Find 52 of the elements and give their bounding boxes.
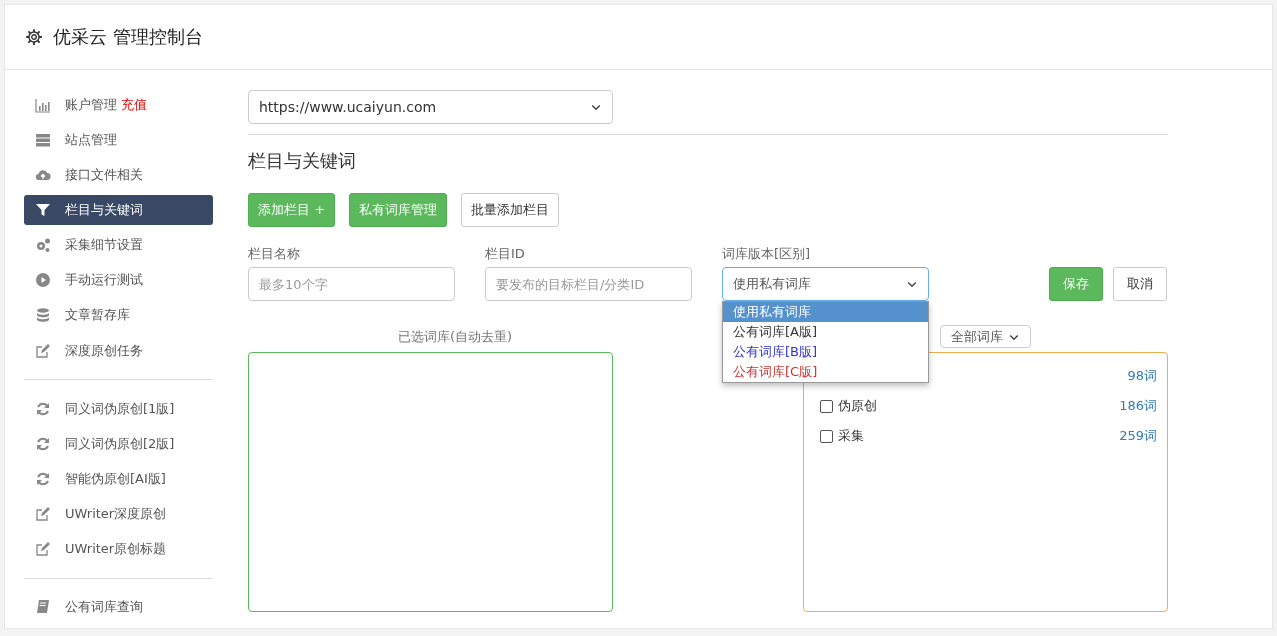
- dropdown-option[interactable]: 公有词库[A版]: [723, 322, 928, 342]
- checkbox[interactable]: [820, 429, 833, 443]
- input-field[interactable]: 最多10个字: [248, 267, 455, 301]
- library-name: 伪原创: [838, 397, 877, 415]
- site-select[interactable]: https://www.ucaiyun.com: [248, 90, 613, 124]
- sidebar-item[interactable]: 同义词伪原创[2版]: [24, 429, 213, 459]
- library-name: 采集: [838, 427, 864, 445]
- settings-icon: [25, 28, 43, 46]
- database-icon: [35, 307, 51, 324]
- refresh-icon: [35, 435, 51, 452]
- input-field[interactable]: 要发布的目标栏目/分类ID: [485, 267, 692, 301]
- sidebar-item[interactable]: 智能伪原创[AI版]: [24, 464, 213, 494]
- edit-icon: [35, 541, 51, 558]
- edit-icon: [35, 506, 51, 523]
- word-count: 98词: [1127, 367, 1157, 385]
- sidebar-item[interactable]: 手动运行测试: [24, 265, 213, 295]
- sidebar-item[interactable]: 同义词伪原创[1版]: [24, 394, 213, 424]
- checkbox[interactable]: [820, 399, 833, 413]
- book-icon: [35, 599, 51, 616]
- console-title: 优采云 管理控制台: [53, 25, 203, 49]
- version-select[interactable]: 使用私有词库: [722, 267, 929, 301]
- dropdown-option[interactable]: 公有词库[B版]: [723, 342, 928, 362]
- sidebar-item[interactable]: 栏目与关键词: [24, 195, 213, 225]
- sidebar-item[interactable]: 账户管理 充值: [24, 90, 213, 120]
- field-label: 词库版本[区别]: [722, 245, 812, 263]
- batch-add-button[interactable]: 批量添加栏目: [461, 193, 560, 227]
- sidebar-item[interactable]: UWriter深度原创: [24, 499, 213, 529]
- refresh-icon: [35, 470, 51, 487]
- filter-icon: [35, 202, 51, 218]
- refresh-icon: [35, 400, 51, 417]
- field-label: 栏目ID: [485, 245, 526, 263]
- play-circle-icon: [35, 272, 51, 289]
- word-count: 186词: [1119, 397, 1157, 415]
- sidebar-item[interactable]: 文章暂存库: [24, 300, 213, 330]
- bar-chart-icon: [35, 96, 51, 113]
- cancel-button[interactable]: 取消: [1113, 267, 1167, 301]
- recharge-link[interactable]: 充值: [121, 95, 147, 114]
- dropdown-option[interactable]: 公有词库[C版]: [723, 362, 928, 382]
- word-count: 259词: [1119, 427, 1157, 445]
- server-icon: [35, 131, 51, 148]
- sidebar-item[interactable]: 深度原创任务: [24, 336, 213, 366]
- sidebar-item[interactable]: 采集细节设置: [24, 230, 213, 260]
- sidebar-item[interactable]: UWriter原创标题: [24, 534, 213, 564]
- sidebar-item[interactable]: 站点管理: [24, 125, 213, 155]
- section-title: 栏目与关键词: [248, 149, 357, 173]
- sidebar-item[interactable]: 公有词库查询: [24, 592, 213, 622]
- edit-icon: [35, 342, 51, 359]
- field-label: 栏目名称: [248, 245, 301, 263]
- sidebar-item[interactable]: 接口文件相关: [24, 160, 213, 190]
- selected-label: 已选词库(自动去重): [398, 327, 513, 346]
- gears-icon: [35, 237, 51, 254]
- library-filter-select[interactable]: 全部词库: [940, 325, 1031, 348]
